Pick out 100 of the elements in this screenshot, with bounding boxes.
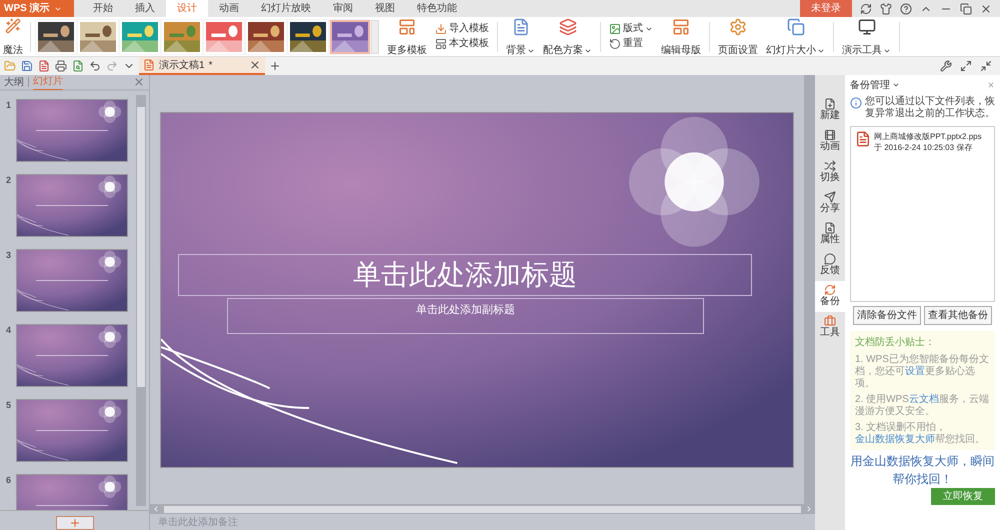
help-icon[interactable] [900,2,912,14]
menu-tab[interactable]: 幻灯片放映 [250,0,322,17]
menu-tab[interactable]: 开始 [82,0,124,17]
template-icon [398,18,416,36]
new-tab-icon[interactable] [269,60,281,72]
menu-tab[interactable]: 动画 [208,0,250,17]
document-search-icon [824,222,836,234]
save-icon[interactable] [21,60,33,72]
close-icon[interactable] [987,81,995,89]
panel-tab[interactable]: 大纲 [4,74,24,90]
slides-icon [786,18,804,36]
tip-text: 3. 文档误删不用怕， 金山数据恢复大师帮您找回。 [855,422,986,446]
image-icon [609,23,621,35]
scrollbar[interactable] [136,95,146,506]
backup-button[interactable]: 清除备份文件 [853,306,921,325]
ribbon-button[interactable]: 重置 [609,38,653,50]
presentation-file-icon [143,59,155,71]
template-thumbnail[interactable] [288,20,328,54]
side-tool-button[interactable]: 分享 [815,188,845,219]
save-time: 于 2016-2-24 10:25:03 保存 [874,142,974,153]
tip-link[interactable]: 设置 [905,366,925,377]
ribbon-button[interactable]: 本文模板 [435,38,489,50]
plus-icon [68,517,80,529]
menu-tab[interactable]: 视图 [364,0,406,17]
template-thumbnail[interactable] [162,20,202,54]
undo-icon[interactable] [89,60,101,72]
ribbon-button[interactable]: 页面设置 [714,18,762,56]
pdf-icon[interactable] [38,60,50,72]
side-tool-button[interactable]: 工具 [815,312,845,343]
close-icon[interactable] [133,76,145,88]
ribbon-button[interactable]: 幻灯片大小 [762,18,829,56]
magic-button[interactable]: 魔法 [0,18,26,56]
template-thumbnail[interactable] [330,20,370,54]
template-thumbnail[interactable] [204,20,244,54]
side-tool-button[interactable]: 切换 [815,157,845,188]
side-tool-button[interactable]: 属性 [815,219,845,250]
backup-button[interactable]: 查看其他备份 [924,306,992,325]
magic-wand-icon [5,18,21,34]
panel-title[interactable]: 备份管理 [850,78,890,92]
tips-title: 文档防丢小贴士： [855,336,936,350]
ribbon-button[interactable]: 版式 [609,23,653,35]
restore-now-button[interactable]: 立即恢复 [931,488,995,505]
slide-number: 5 [6,399,12,412]
page-gear-icon [729,18,747,36]
tip-text: 2. 使用WPS云文档服务，云端漫游方便又安全。 [855,394,990,418]
document-tab[interactable]: 演示文稿1 * [139,57,265,75]
document-icon [824,98,836,110]
side-tool-button[interactable]: 反馈 [815,250,845,281]
ribbon-button[interactable]: 更多模板 [383,18,431,56]
backup-file-item[interactable]: 网上商城修改版PPT.pptx2.pps 于 2016-2-24 10:25:03 保存 [855,131,990,153]
close-icon[interactable] [980,2,992,14]
ribbon-button[interactable]: 背景 [502,18,539,56]
slide-number: 1 [6,99,12,112]
promo-text: 用金山数据恢复大师，瞬间 [850,453,994,470]
import-icon [435,23,447,35]
ribbon-button[interactable]: 导入模板 [435,23,489,35]
tip-link[interactable]: 金山数据恢复大师 [855,434,935,445]
ribbon-button[interactable]: 编辑母版 [657,18,705,56]
slide-number: 3 [6,249,12,262]
template-thumbnail[interactable] [78,20,118,54]
template-thumbnail[interactable] [120,20,160,54]
film-icon [824,129,836,142]
shuffle-icon [824,160,836,172]
ribbon-button[interactable]: 配色方案 [539,18,596,56]
slide-icon [672,18,690,36]
close-icon[interactable] [249,59,261,71]
tip-text: 1. WPS已为您智能备份每份文档，您还可设置更多贴心选项。 [855,354,990,390]
menu-tab[interactable]: 审阅 [322,0,364,17]
scrollbar[interactable] [804,75,815,504]
ribbon-button[interactable]: 演示工具 [838,18,895,56]
subtitle-placeholder[interactable]: 单击此处添加副标题 [227,298,704,334]
expand-icon[interactable] [960,60,972,72]
slide-number: 6 [6,474,12,487]
template-scrollbar[interactable] [371,20,379,54]
info-icon [850,97,862,109]
menu-tab[interactable]: 插入 [124,0,166,17]
shrink-icon[interactable] [980,60,992,72]
slide-number: 2 [6,174,12,187]
add-slide-button[interactable] [56,516,94,530]
side-tool-button[interactable]: 动画 [815,126,845,157]
side-tool-button[interactable]: 新建 [815,95,845,126]
caret-icon[interactable] [892,81,900,89]
template-thumbnail[interactable] [36,20,76,54]
toolbox-icon [824,315,836,328]
print-icon[interactable] [55,60,67,72]
wrench-icon[interactable] [940,60,952,72]
menu-tab[interactable]: 特色功能 [406,0,468,17]
modified-mark: * [208,58,212,72]
title-placeholder[interactable]: 单击此处添加标题 [178,254,752,296]
page-icon [512,18,530,36]
shirt-icon[interactable] [880,2,892,14]
caret-icon [645,25,653,33]
side-tool-button[interactable]: 备份 [815,281,845,312]
preview-icon[interactable] [72,60,84,72]
template-thumbnail[interactable] [246,20,286,54]
speech-bubble-icon [824,253,836,266]
template-icon [435,38,447,50]
info-text: 您可以通过以下文件列表，恢复异常退出之前的工作状态。 [865,96,995,120]
send-icon [824,191,836,204]
restore-icon[interactable] [960,2,972,14]
